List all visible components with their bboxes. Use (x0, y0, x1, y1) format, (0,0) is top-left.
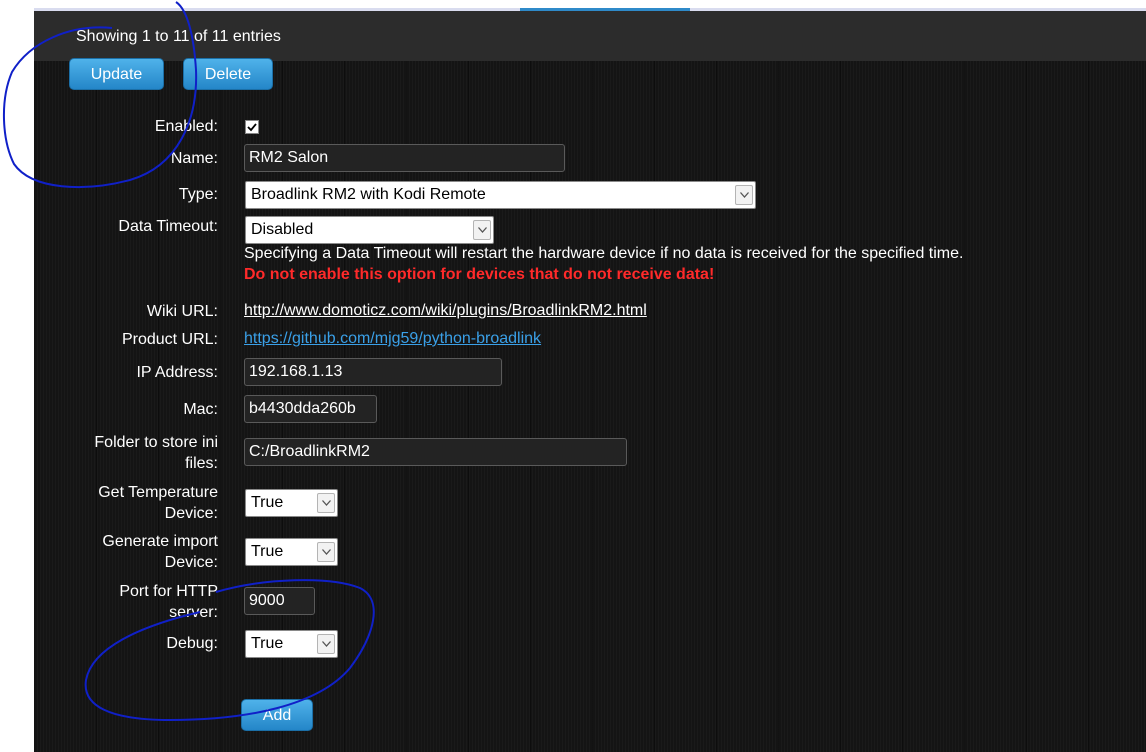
data-timeout-label: Data Timeout: (118, 218, 218, 235)
chevron-down-icon[interactable] (735, 185, 753, 205)
get-temperature-select[interactable]: True (245, 489, 338, 517)
generate-import-select[interactable]: True (245, 538, 338, 566)
type-label: Type: (178, 186, 218, 203)
hardware-panel: Showing 1 to 11 of 11 entries Update Del… (34, 8, 1146, 752)
type-select-value: Broadlink RM2 with Kodi Remote (251, 186, 486, 203)
chevron-down-icon[interactable] (317, 634, 335, 654)
generate-import-label-line2: Device: (164, 554, 218, 571)
name-input[interactable]: RM2 Salon (244, 144, 565, 172)
generate-import-label-line1: Generate import (102, 533, 218, 550)
folder-label-line1: Folder to store ini (94, 434, 218, 451)
delete-button[interactable]: Delete (183, 58, 273, 90)
chevron-down-icon[interactable] (317, 493, 335, 513)
checkmark-icon (247, 123, 257, 132)
ip-address-input[interactable]: 192.168.1.13 (244, 358, 502, 386)
wiki-url-label: Wiki URL: (146, 303, 218, 320)
http-port-label-line2: server: (169, 604, 218, 621)
data-timeout-warning: Do not enable this option for devices th… (244, 266, 715, 283)
get-temperature-value: True (251, 494, 284, 511)
debug-select[interactable]: True (245, 630, 338, 658)
product-url-label: Product URL: (121, 331, 218, 348)
http-port-input[interactable]: 9000 (244, 587, 315, 615)
http-port-label-line1: Port for HTTP (119, 583, 218, 600)
type-select[interactable]: Broadlink RM2 with Kodi Remote (245, 181, 756, 209)
data-timeout-value: Disabled (251, 221, 314, 238)
get-temperature-label-line2: Device: (164, 505, 218, 522)
add-button[interactable]: Add (241, 699, 313, 731)
wiki-url-link[interactable]: http://www.domoticz.com/wiki/plugins/Bro… (244, 302, 647, 320)
generate-import-value: True (251, 543, 284, 560)
product-url-link[interactable]: https://github.com/mjg59/python-broadlin… (244, 330, 541, 348)
enabled-label: Enabled: (154, 118, 218, 135)
mac-label: Mac: (183, 401, 218, 418)
data-timeout-select[interactable]: Disabled (245, 216, 494, 244)
debug-value: True (251, 635, 284, 652)
name-label: Name: (170, 150, 218, 167)
table-info-bar: Showing 1 to 11 of 11 entries (34, 11, 1146, 61)
ip-address-label: IP Address: (136, 364, 218, 381)
update-button[interactable]: Update (69, 58, 164, 90)
enabled-checkbox[interactable] (245, 120, 259, 134)
data-timeout-help: Specifying a Data Timeout will restart t… (244, 245, 964, 262)
get-temperature-label-line1: Get Temperature (98, 484, 218, 501)
folder-label-line2: files: (185, 455, 218, 472)
chevron-down-icon[interactable] (473, 220, 491, 240)
debug-label: Debug: (166, 635, 218, 652)
chevron-down-icon[interactable] (317, 542, 335, 562)
folder-input[interactable]: C:/BroadlinkRM2 (244, 438, 627, 466)
entries-info: Showing 1 to 11 of 11 entries (76, 28, 281, 45)
mac-input[interactable]: b4430dda260b (244, 395, 377, 423)
